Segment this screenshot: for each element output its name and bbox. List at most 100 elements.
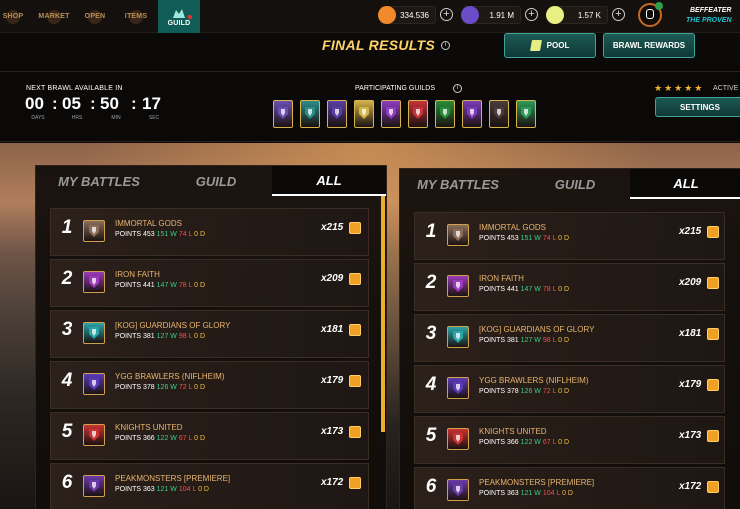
guild-name[interactable]: PEAKMONSTERS [PREMIERE] xyxy=(479,478,594,487)
guild-name[interactable]: [KOG] GUARDIANS OF GLORY xyxy=(479,325,594,334)
guild-name[interactable]: KNIGHTS UNITED xyxy=(115,423,183,432)
scrollbar[interactable] xyxy=(381,196,385,432)
ranking-row[interactable]: 2 IRON FAITH POINTS 441 147 W 78 L 0 D x209 xyxy=(50,259,369,307)
ranking-row[interactable]: 6 PEAKMONSTERS [PREMIERE] POINTS 363 121 W… xyxy=(414,467,725,509)
info-icon[interactable]: i xyxy=(453,84,462,93)
ranking-row[interactable]: 4 YGG BRAWLERS (NIFLHEIM) POINTS 378 126 W… xyxy=(414,365,725,413)
guild-icon xyxy=(83,220,105,242)
draws: 0 D xyxy=(194,435,206,442)
guild-name[interactable]: YGG BRAWLERS (NIFLHEIM) xyxy=(479,376,589,385)
reward-chest-icon xyxy=(349,375,361,387)
losses: 67 L xyxy=(178,435,193,442)
losses: 98 L xyxy=(178,333,193,340)
guild-banner[interactable] xyxy=(300,100,320,128)
guild-crest-icon xyxy=(453,229,463,241)
ranking-row[interactable]: 5 KNIGHTS UNITED POINTS 366 122 W 67 L 0 D… xyxy=(414,416,725,464)
points-value: 363 xyxy=(507,490,519,497)
brawl-rewards-button[interactable]: BRAWL REWARDS xyxy=(603,33,695,58)
nav-tab-guild[interactable]: GUILD xyxy=(158,0,200,33)
ranking-row[interactable]: 3 [KOG] GUARDIANS OF GLORY POINTS 381 127 … xyxy=(50,310,369,358)
nav-tab-items[interactable]: ITEMS xyxy=(120,0,152,33)
reward-chest-icon xyxy=(707,226,719,238)
guild-icon xyxy=(173,8,185,18)
points-label: POINTS xyxy=(479,235,506,242)
dec-coin-icon xyxy=(378,6,396,24)
guild-banner[interactable] xyxy=(462,100,482,128)
guild-crest-icon xyxy=(332,107,342,119)
rank-number: 6 xyxy=(61,472,73,493)
nav-tab-shop[interactable]: SHOP xyxy=(0,0,26,33)
guild-banner[interactable] xyxy=(516,100,536,128)
points-label: POINTS xyxy=(479,337,506,344)
tab-my-battles[interactable]: MY BATTLES xyxy=(44,166,154,196)
points-value: 453 xyxy=(143,231,155,238)
next-brawl-label: NEXT BRAWL AVAILABLE IN xyxy=(26,85,123,92)
guild-name[interactable]: IRON FAITH xyxy=(479,274,524,283)
guild-name[interactable]: PEAKMONSTERS [PREMIERE] xyxy=(115,474,230,483)
reward-chest-icon xyxy=(707,430,719,442)
player-title: THE PROVEN xyxy=(686,17,732,24)
player-name[interactable]: BEFFEATER xyxy=(690,7,731,14)
nav-tab-market[interactable]: MARKET xyxy=(34,0,74,33)
tab-all[interactable]: ALL xyxy=(272,166,386,196)
tab-bar: MY BATTLES GUILD ALL xyxy=(400,169,740,199)
guild-banner[interactable] xyxy=(435,100,455,128)
rank-number: 5 xyxy=(425,425,437,446)
ranking-row[interactable]: 4 YGG BRAWLERS (NIFLHEIM) POINTS 378 126 W… xyxy=(50,361,369,409)
top-nav: SHOP MARKET OPEN ITEMS GUILD 334.536 + 1… xyxy=(0,0,740,33)
guild-banner[interactable] xyxy=(408,100,428,128)
guild-crest-icon xyxy=(467,107,477,119)
guild-name[interactable]: IMMORTAL GODS xyxy=(115,219,182,228)
countdown-hrs: 05 xyxy=(62,94,81,113)
add-voucher-button[interactable]: + xyxy=(612,8,625,21)
guild-banner[interactable] xyxy=(273,100,293,128)
ranking-row[interactable]: 1 IMMORTAL GODS POINTS 453 151 W 74 L 0 D x… xyxy=(50,208,369,256)
guild-name[interactable]: IMMORTAL GODS xyxy=(479,223,546,232)
points-value: 381 xyxy=(143,333,155,340)
guild-stats: POINTS 363 121 W 104 L 0 D xyxy=(479,490,573,497)
guild-crest-icon xyxy=(453,331,463,343)
guild-banner[interactable] xyxy=(489,100,509,128)
guild-icon xyxy=(447,428,469,450)
wins: 122 W xyxy=(520,439,541,446)
guild-name[interactable]: YGG BRAWLERS (NIFLHEIM) xyxy=(115,372,225,381)
nav-tab-open[interactable]: OPEN xyxy=(80,0,110,33)
wins: 127 W xyxy=(520,337,541,344)
guild-crest-icon xyxy=(453,433,463,445)
skull-icon xyxy=(646,9,654,19)
reward-chest-icon xyxy=(349,222,361,234)
guild-icon xyxy=(447,275,469,297)
draws: 0 D xyxy=(194,282,206,289)
guild-name[interactable]: IRON FAITH xyxy=(115,270,160,279)
ranking-row[interactable]: 6 PEAKMONSTERS [PREMIERE] POINTS 363 121 W… xyxy=(50,463,369,509)
guild-name[interactable]: [KOG] GUARDIANS OF GLORY xyxy=(115,321,230,330)
ranking-row[interactable]: 5 KNIGHTS UNITED POINTS 366 122 W 67 L 0 D… xyxy=(50,412,369,460)
guild-stats: POINTS 381 127 W 98 L 0 D xyxy=(115,333,205,340)
guild-banner[interactable] xyxy=(354,100,374,128)
tab-my-battles[interactable]: MY BATTLES xyxy=(408,169,508,199)
losses: 104 L xyxy=(542,490,561,497)
guild-name[interactable]: KNIGHTS UNITED xyxy=(479,427,547,436)
points-label: POINTS xyxy=(115,384,142,391)
reward-multiplier: x181 xyxy=(321,324,344,335)
pool-button[interactable]: POOL xyxy=(504,33,596,58)
info-icon[interactable]: i xyxy=(441,41,450,50)
tab-all[interactable]: ALL xyxy=(630,169,740,199)
add-dec-button[interactable]: + xyxy=(440,8,453,21)
points-label: POINTS xyxy=(115,486,142,493)
guild-icon xyxy=(447,479,469,501)
guild-banner[interactable] xyxy=(327,100,347,128)
guild-banner[interactable] xyxy=(381,100,401,128)
tab-guild[interactable]: GUILD xyxy=(520,169,630,199)
tab-guild[interactable]: GUILD xyxy=(156,166,276,196)
guild-icon xyxy=(83,271,105,293)
reward-chest-icon xyxy=(349,426,361,438)
settings-button[interactable]: SETTINGS xyxy=(655,97,740,117)
ranking-row[interactable]: 1 IMMORTAL GODS POINTS 453 151 W 74 L 0 D x… xyxy=(414,212,725,260)
participating-guilds-label: PARTICIPATING GUILDS xyxy=(355,85,435,92)
ranking-row[interactable]: 2 IRON FAITH POINTS 441 147 W 78 L 0 D x209 xyxy=(414,263,725,311)
ranking-row[interactable]: 3 [KOG] GUARDIANS OF GLORY POINTS 381 127 … xyxy=(414,314,725,362)
points-label: POINTS xyxy=(115,435,142,442)
avatar[interactable] xyxy=(638,2,663,27)
add-sps-button[interactable]: + xyxy=(525,8,538,21)
